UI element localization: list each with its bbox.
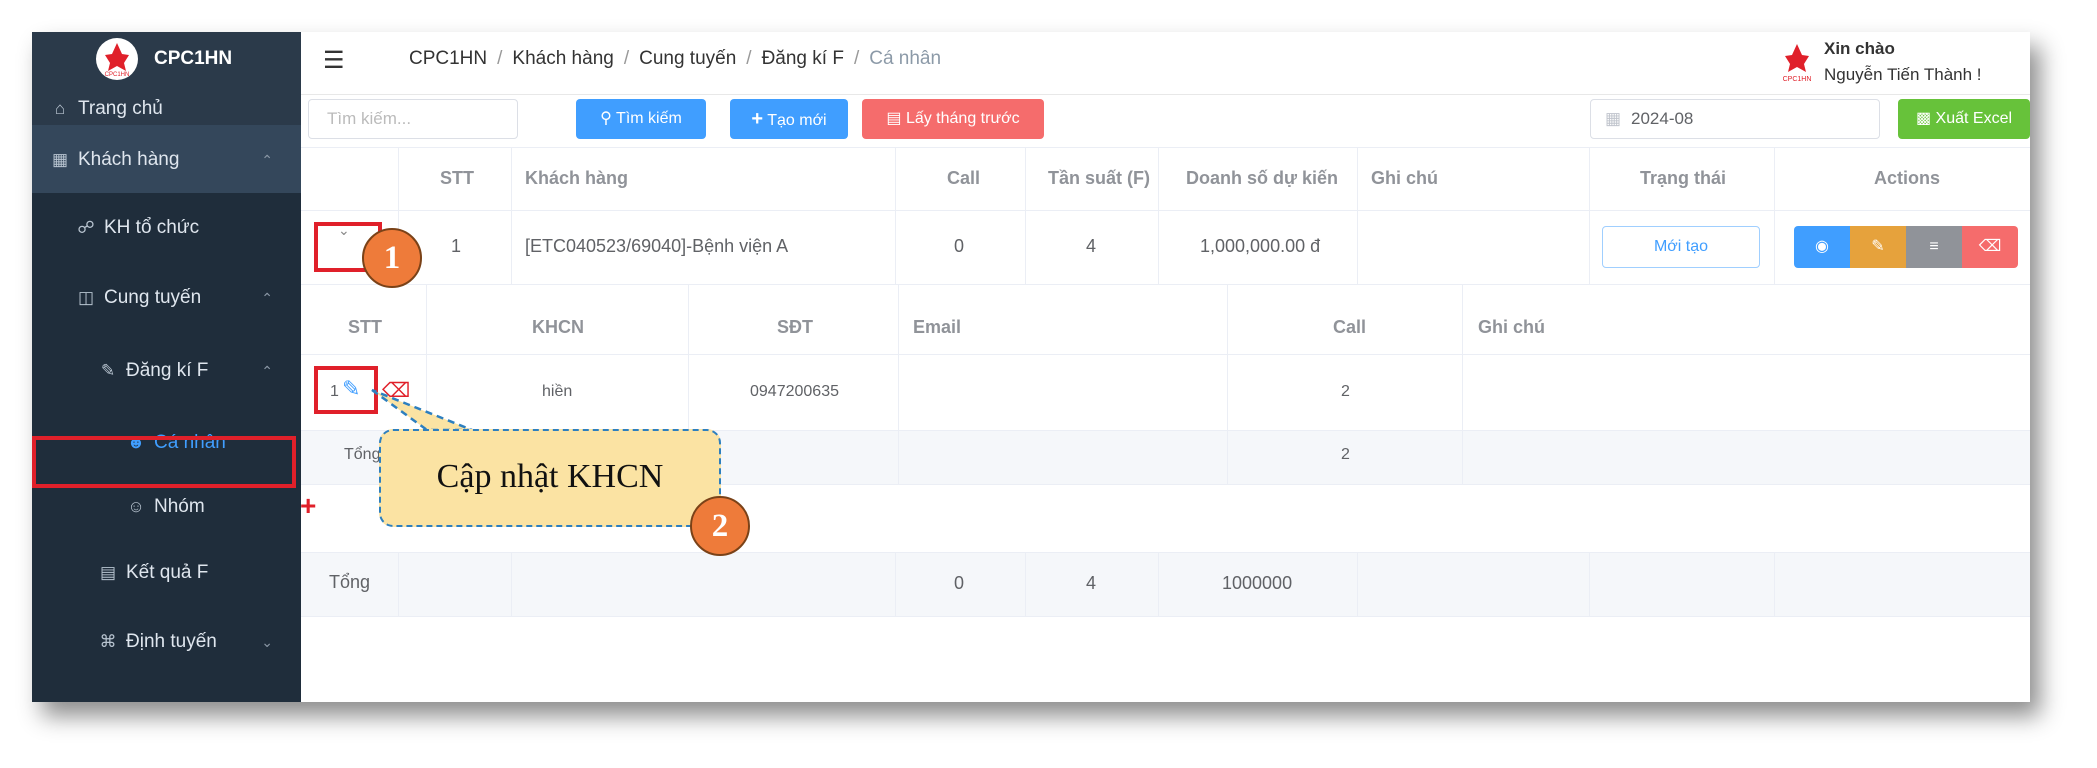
callout-bubble: Cập nhật KHCN [379, 429, 721, 527]
app-window: CPC1HN CPC1HN ⌂ Trang chủ ▦ Khách hàng ⌃… [32, 32, 2030, 702]
callout-marker-2: 2 [690, 496, 750, 556]
callout-marker-1: 1 [362, 228, 422, 288]
callout-pointer [371, 388, 473, 432]
